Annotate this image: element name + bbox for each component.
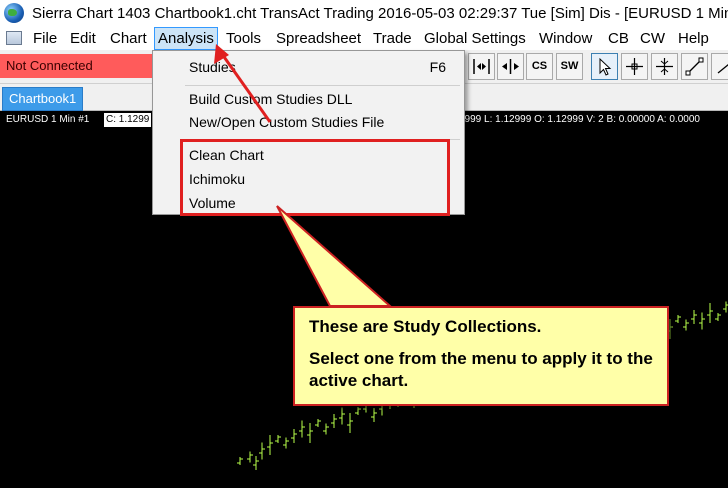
price-bar: [253, 456, 259, 470]
price-bar: [237, 457, 243, 465]
zoom-in-bars-icon: [473, 59, 490, 74]
crosshair-icon: [626, 58, 643, 75]
price-bar: [675, 315, 681, 323]
study-collections-highlight: [180, 139, 450, 216]
menu-tools[interactable]: Tools: [223, 27, 264, 50]
price-bar: [339, 407, 345, 425]
tab-chartbook1[interactable]: Chartbook1: [2, 87, 84, 111]
menu-global-settings[interactable]: Global Settings: [421, 27, 529, 50]
zoom-out-bars-button[interactable]: [497, 53, 524, 80]
price-bar: [283, 437, 289, 449]
callout-line-2: Select one from the menu to apply it to …: [309, 349, 653, 390]
document-icon[interactable]: [6, 31, 22, 45]
zoom-in-bars-button[interactable]: [468, 53, 495, 80]
menu-analysis[interactable]: Analysis: [154, 27, 218, 50]
price-bar: [315, 419, 321, 427]
menu-spreadsheet[interactable]: Spreadsheet: [273, 27, 364, 50]
cs-button[interactable]: CS: [526, 53, 553, 80]
globe-icon: [4, 3, 24, 23]
draw-line-button[interactable]: [681, 53, 708, 80]
menu-cb[interactable]: CB: [605, 27, 632, 50]
menu-edit[interactable]: Edit: [67, 27, 99, 50]
menu-item-studies[interactable]: Studies: [189, 59, 236, 75]
price-bar: [371, 408, 377, 422]
menu-help[interactable]: Help: [675, 27, 712, 50]
price-bar: [291, 429, 297, 443]
price-bar: [267, 435, 273, 455]
window-title: Sierra Chart 1403 Chartbook1.cht TransAc…: [32, 5, 728, 22]
price-bar: [683, 319, 689, 331]
ray-line-button[interactable]: [711, 53, 728, 80]
callout-line-1: These are Study Collections.: [309, 317, 542, 336]
price-bar: [247, 451, 253, 463]
price-bar: [331, 414, 337, 428]
price-bar: [307, 423, 313, 443]
price-bar: [723, 301, 728, 313]
menu-trade[interactable]: Trade: [370, 27, 415, 50]
pointer-button[interactable]: [591, 53, 618, 80]
menu-file[interactable]: File: [30, 27, 60, 50]
price-bar: [259, 442, 265, 460]
menu-chart[interactable]: Chart: [107, 27, 150, 50]
studies-shortcut: F6: [429, 59, 446, 75]
menu-window[interactable]: Window: [536, 27, 595, 50]
pointer-icon: [599, 57, 612, 76]
line-tool-icon: [685, 57, 704, 76]
sw-button[interactable]: SW: [556, 53, 583, 80]
price-bar: [347, 413, 353, 433]
menu-separator: [185, 85, 460, 86]
price-bar: [323, 423, 329, 435]
price-bar: [691, 310, 697, 324]
crosshair-button[interactable]: [621, 53, 648, 80]
title-bar: Sierra Chart 1403 Chartbook1.cht TransAc…: [0, 0, 728, 27]
menu-bar: File Edit Chart Analysis Tools Spreadshe…: [0, 27, 728, 50]
annotation-callout: These are Study Collections. Select one …: [293, 306, 669, 406]
price-bar: [707, 303, 713, 323]
price-bar: [699, 312, 705, 330]
cursor-line-button[interactable]: [651, 53, 678, 80]
price-bar: [299, 420, 305, 438]
menu-item-build-custom-studies[interactable]: Build Custom Studies DLL: [189, 91, 352, 107]
zoom-out-bars-icon: [502, 59, 519, 74]
price-bar: [715, 313, 721, 321]
price-bar: [275, 435, 281, 443]
cursor-line-icon: [656, 58, 673, 75]
connection-status: Not Connected: [0, 54, 155, 78]
menu-item-open-custom-studies[interactable]: New/Open Custom Studies File: [189, 114, 384, 130]
ray-tool-icon: [717, 64, 728, 74]
menu-cw[interactable]: CW: [637, 27, 668, 50]
price-bar: [355, 407, 361, 415]
